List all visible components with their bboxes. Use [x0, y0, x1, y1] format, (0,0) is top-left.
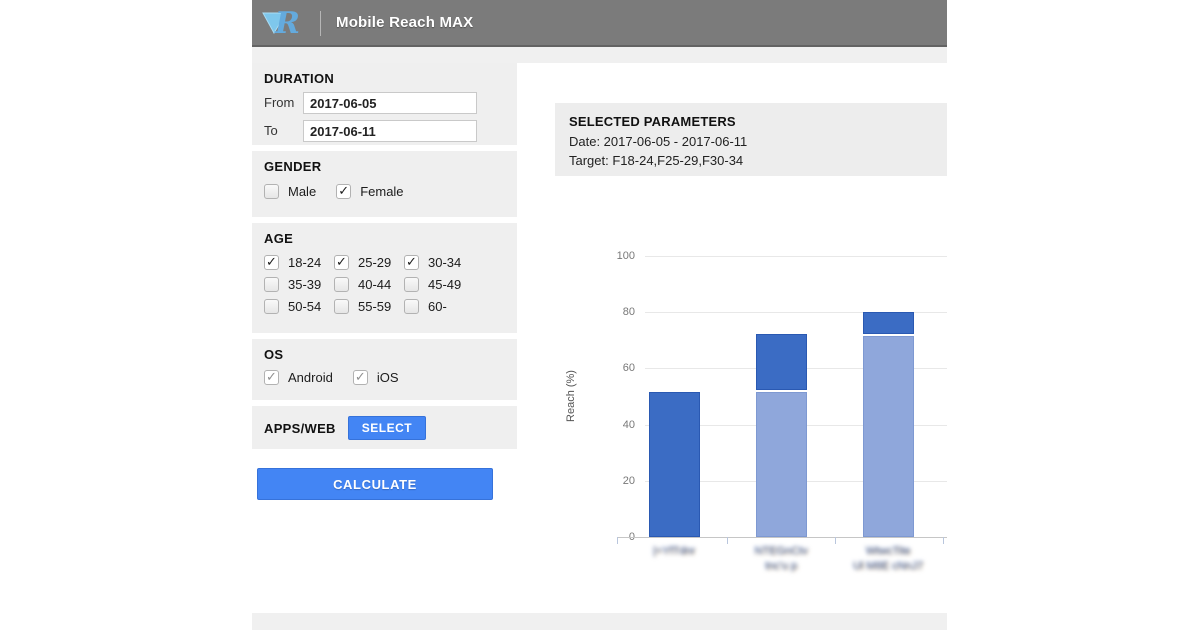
- gender-title: GENDER: [264, 159, 505, 174]
- checkbox-55-59[interactable]: [334, 299, 349, 314]
- checkbox-40-44[interactable]: [334, 277, 349, 292]
- bar-segment-base[interactable]: [863, 336, 914, 537]
- age-title: AGE: [264, 231, 505, 246]
- checkbox-label-60: 60-: [428, 299, 447, 314]
- app-window: R Mobile Reach MAX DURATION From To GEND…: [252, 0, 947, 630]
- checkbox-item-female[interactable]: Female: [336, 184, 403, 199]
- duration-section: DURATION From To: [252, 63, 517, 145]
- page-background-strip-top: [252, 47, 947, 63]
- checkbox-25-29[interactable]: [334, 255, 349, 270]
- from-label: From: [264, 95, 294, 110]
- checkbox-item-ios[interactable]: iOS: [353, 370, 399, 385]
- os-options: Android iOS: [264, 370, 505, 385]
- x-axis-tick: [943, 537, 944, 544]
- checkbox-label-18-24: 18-24: [288, 255, 321, 270]
- app-title: Mobile Reach MAX: [336, 14, 473, 31]
- header-bar: R Mobile Reach MAX: [252, 0, 947, 47]
- os-title: OS: [264, 347, 505, 362]
- header-divider: [320, 11, 321, 36]
- checkbox-label-50-54: 50-54: [288, 299, 321, 314]
- duration-title: DURATION: [264, 71, 505, 86]
- gender-options: Male Female: [264, 184, 505, 199]
- y-tick-label: 60: [577, 362, 635, 374]
- x-axis-tick: [727, 537, 728, 544]
- vr-logo-icon: R: [260, 5, 308, 42]
- checkbox-item-60[interactable]: 60-: [404, 299, 474, 314]
- x-axis-tick: [617, 537, 618, 544]
- y-tick-label: 20: [577, 475, 635, 487]
- checkbox-android[interactable]: [264, 370, 279, 385]
- checkbox-item-55-59[interactable]: 55-59: [334, 299, 404, 314]
- checkbox-item-35-39[interactable]: 35-39: [264, 277, 334, 292]
- x-category-label: WtwcTiteUl M8E cNnJ7: [813, 544, 947, 574]
- checkbox-60[interactable]: [404, 299, 419, 314]
- checkbox-label-40-44: 40-44: [358, 277, 391, 292]
- page-background-strip-bottom: [252, 613, 947, 630]
- to-label: To: [264, 123, 278, 138]
- x-axis-line: [617, 537, 947, 538]
- checkbox-item-18-24[interactable]: 18-24: [264, 255, 334, 270]
- checkbox-label-25-29: 25-29: [358, 255, 391, 270]
- results-panel: SELECTED PARAMETERS Date: 2017-06-05 - 2…: [517, 63, 947, 613]
- age-section: AGE 18-24 25-29 30-34 35-39 40-44 45-49 50-54 5…: [252, 223, 517, 333]
- apps-web-select-button[interactable]: SELECT: [348, 416, 426, 440]
- os-section: OS Android iOS: [252, 339, 517, 400]
- checkbox-female[interactable]: [336, 184, 351, 199]
- calculate-button[interactable]: CALCULATE: [257, 468, 493, 500]
- gridline: [645, 256, 947, 257]
- bar-segment-incremental[interactable]: [649, 392, 700, 537]
- bar-segment-base[interactable]: [756, 392, 807, 537]
- y-axis-title: Reach (%): [565, 246, 577, 546]
- checkbox-label-female: Female: [360, 184, 403, 199]
- date-from-input[interactable]: [303, 92, 477, 114]
- checkbox-label-30-34: 30-34: [428, 255, 461, 270]
- reach-chart: Reach (%) 020406080100|=YfTdnrNTEGnCtvtn…: [517, 63, 947, 613]
- apps-web-section: APPS/WEB SELECT: [252, 406, 517, 449]
- y-tick-label: 80: [577, 306, 635, 318]
- checkbox-item-male[interactable]: Male: [264, 184, 316, 199]
- checkbox-male[interactable]: [264, 184, 279, 199]
- checkbox-50-54[interactable]: [264, 299, 279, 314]
- checkbox-item-25-29[interactable]: 25-29: [334, 255, 404, 270]
- svg-text:R: R: [274, 6, 300, 41]
- apps-web-title: APPS/WEB: [264, 421, 336, 436]
- checkbox-label-55-59: 55-59: [358, 299, 391, 314]
- checkbox-label-45-49: 45-49: [428, 277, 461, 292]
- checkbox-35-39[interactable]: [264, 277, 279, 292]
- checkbox-label-android: Android: [288, 370, 333, 385]
- checkbox-label-male: Male: [288, 184, 316, 199]
- checkbox-30-34[interactable]: [404, 255, 419, 270]
- checkbox-item-30-34[interactable]: 30-34: [404, 255, 474, 270]
- y-tick-label: 40: [577, 419, 635, 431]
- x-axis-tick: [835, 537, 836, 544]
- checkbox-label-ios: iOS: [377, 370, 399, 385]
- checkbox-45-49[interactable]: [404, 277, 419, 292]
- y-tick-label: 100: [577, 250, 635, 262]
- checkbox-item-40-44[interactable]: 40-44: [334, 277, 404, 292]
- checkbox-item-45-49[interactable]: 45-49: [404, 277, 474, 292]
- checkbox-item-50-54[interactable]: 50-54: [264, 299, 334, 314]
- checkbox-18-24[interactable]: [264, 255, 279, 270]
- age-options: 18-24 25-29 30-34 35-39 40-44 45-49 50-54 55-59…: [264, 255, 505, 314]
- checkbox-ios[interactable]: [353, 370, 368, 385]
- date-to-input[interactable]: [303, 120, 477, 142]
- gender-section: GENDER Male Female: [252, 151, 517, 217]
- checkbox-item-android[interactable]: Android: [264, 370, 333, 385]
- bar-segment-incremental[interactable]: [756, 334, 807, 390]
- bar-segment-incremental[interactable]: [863, 312, 914, 334]
- checkbox-label-35-39: 35-39: [288, 277, 321, 292]
